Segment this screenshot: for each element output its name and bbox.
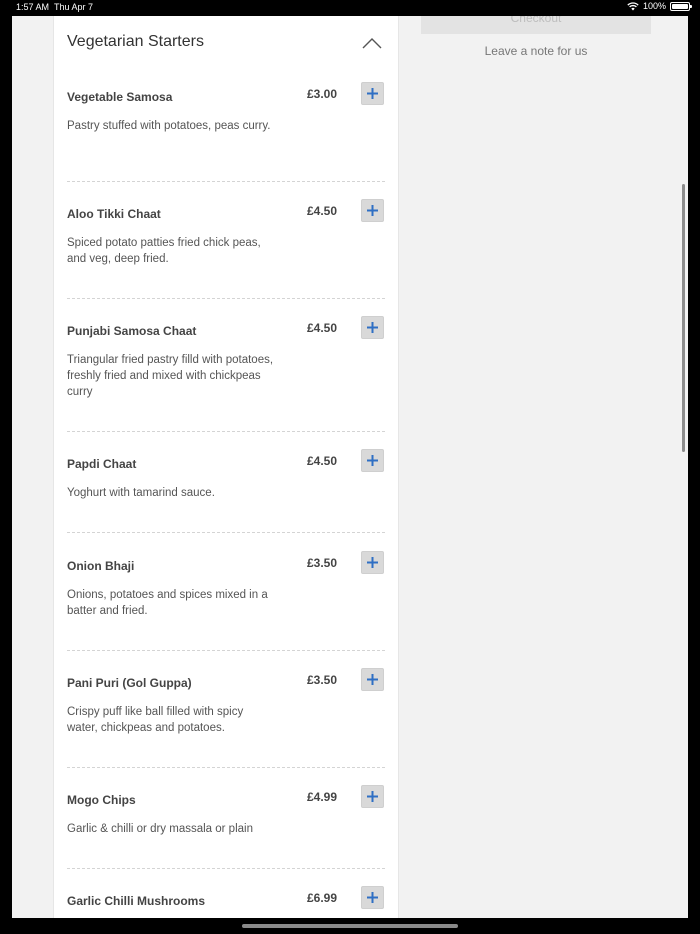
- item-description: Pastry stuffed with potatoes, peas curry…: [67, 120, 271, 132]
- chevron-up-icon[interactable]: [361, 36, 383, 50]
- divider: [67, 650, 385, 651]
- status-indicators: 100%: [627, 1, 692, 11]
- item-price: £3.50: [307, 556, 338, 570]
- item-name: Garlic Chilli Mushrooms: [67, 894, 206, 908]
- divider: [67, 767, 385, 768]
- status-bar: 1:57 AM Thu Apr 7 100%: [0, 0, 700, 16]
- leave-note-link[interactable]: Leave a note for us: [421, 44, 651, 58]
- plus-icon: [367, 674, 378, 685]
- menu-panel[interactable]: Vegetarian Starters Vegetable Samosa £3.…: [53, 16, 399, 918]
- item-name: Onion Bhaji: [67, 559, 135, 573]
- app-window: Vegetarian Starters Vegetable Samosa £3.…: [12, 16, 688, 918]
- home-indicator[interactable]: [242, 924, 458, 928]
- item-price: £3.50: [307, 673, 338, 687]
- divider: [67, 431, 385, 432]
- item-name: Punjabi Samosa Chaat: [67, 324, 197, 338]
- plus-icon: [367, 455, 378, 466]
- scrollbar[interactable]: [682, 184, 685, 452]
- divider: [67, 532, 385, 533]
- add-to-cart-button[interactable]: [361, 82, 384, 105]
- plus-icon: [367, 791, 378, 802]
- divider: [67, 868, 385, 869]
- item-description: Triangular fried pastry filld with potat…: [67, 354, 274, 398]
- item-price: £4.50: [307, 321, 338, 335]
- item-price: £6.99: [307, 891, 338, 905]
- plus-icon: [367, 557, 378, 568]
- add-to-cart-button[interactable]: [361, 886, 384, 909]
- add-to-cart-button[interactable]: [361, 449, 384, 472]
- status-date: Thu Apr 7: [54, 2, 94, 12]
- add-to-cart-button[interactable]: [361, 668, 384, 691]
- item-name: Aloo Tikki Chaat: [67, 207, 161, 221]
- item-description: Spiced potato patties fried chick peas, …: [67, 237, 261, 265]
- battery-icon: [670, 1, 692, 11]
- add-to-cart-button[interactable]: [361, 551, 384, 574]
- plus-icon: [367, 88, 378, 99]
- item-description: Garlic & chilli or dry massala or plain: [67, 823, 253, 835]
- item-name: Pani Puri (Gol Guppa): [67, 676, 192, 690]
- item-price: £4.99: [307, 790, 338, 804]
- add-to-cart-button[interactable]: [361, 785, 384, 808]
- item-description: Yoghurt with tamarind sauce.: [67, 487, 215, 499]
- status-time: 1:57 AM: [16, 2, 50, 12]
- item-description: Crispy puff like ball filled with spicy …: [67, 706, 244, 734]
- item-price: £3.00: [307, 87, 338, 101]
- item-name: Mogo Chips: [67, 793, 136, 807]
- item-description: Onions, potatoes and spices mixed in a b…: [67, 589, 268, 617]
- divider: [67, 181, 385, 182]
- section-title: Vegetarian Starters: [67, 33, 204, 50]
- item-name: Vegetable Samosa: [67, 90, 173, 104]
- item-price: £4.50: [307, 454, 338, 468]
- add-to-cart-button[interactable]: [361, 316, 384, 339]
- wifi-icon: [627, 2, 639, 11]
- plus-icon: [367, 322, 378, 333]
- plus-icon: [367, 205, 378, 216]
- plus-icon: [367, 892, 378, 903]
- divider: [67, 298, 385, 299]
- item-name: Papdi Chaat: [67, 457, 137, 471]
- add-to-cart-button[interactable]: [361, 199, 384, 222]
- checkout-button[interactable]: Checkout: [421, 16, 651, 34]
- item-price: £4.50: [307, 204, 338, 218]
- battery-percent: 100%: [642, 1, 666, 11]
- section-header[interactable]: Vegetarian Starters: [54, 16, 398, 72]
